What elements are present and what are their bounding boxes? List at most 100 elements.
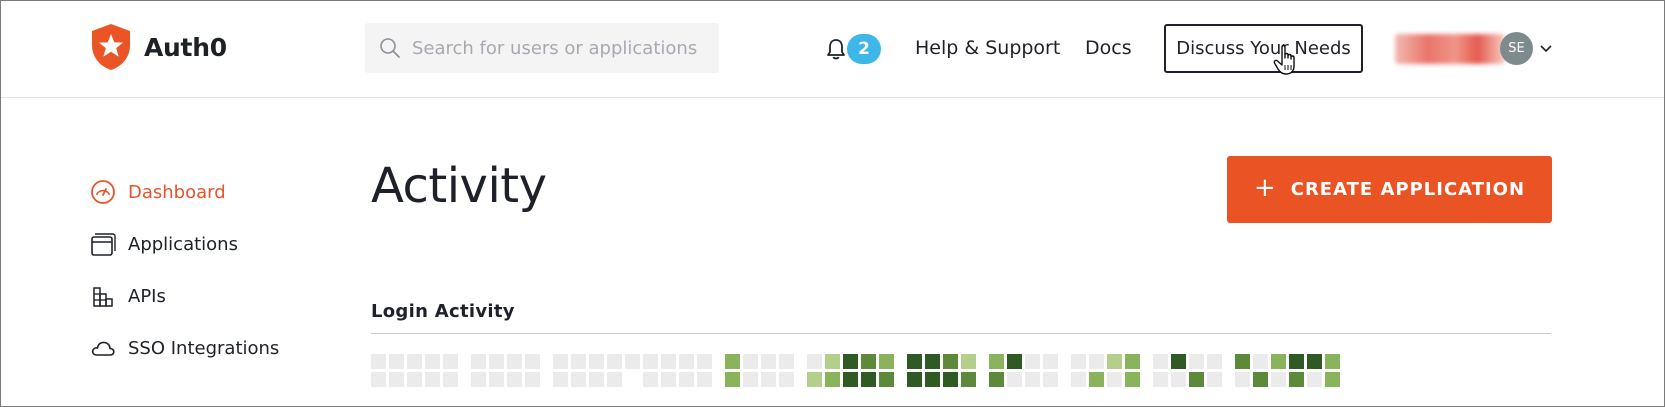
heatmap-cell[interactable]: [1125, 354, 1140, 369]
heatmap-cell[interactable]: [1253, 372, 1268, 387]
heatmap-cell[interactable]: [1289, 354, 1304, 369]
heatmap-cell[interactable]: [1207, 372, 1222, 387]
heatmap-cell[interactable]: [879, 354, 894, 369]
brand-logo[interactable]: Auth0: [90, 23, 227, 71]
heatmap-cell[interactable]: [471, 372, 486, 387]
chevron-down-icon[interactable]: [1539, 41, 1553, 55]
heatmap-cell[interactable]: [1153, 372, 1168, 387]
heatmap-cell[interactable]: [1007, 372, 1022, 387]
heatmap-cell[interactable]: [661, 354, 676, 369]
heatmap-cell[interactable]: [1307, 354, 1322, 369]
heatmap-cell[interactable]: [843, 354, 858, 369]
heatmap-cell[interactable]: [1089, 354, 1104, 369]
heatmap-cell[interactable]: [1235, 354, 1250, 369]
heatmap-cell[interactable]: [1271, 354, 1286, 369]
heatmap-cell[interactable]: [1325, 372, 1340, 387]
heatmap-cell[interactable]: [843, 372, 858, 387]
heatmap-cell[interactable]: [925, 372, 940, 387]
heatmap-cell[interactable]: [525, 372, 540, 387]
heatmap-cell[interactable]: [1025, 354, 1040, 369]
help-support-link[interactable]: Help & Support: [915, 37, 1060, 59]
heatmap-cell[interactable]: [989, 354, 1004, 369]
heatmap-cell[interactable]: [1207, 354, 1222, 369]
heatmap-cell[interactable]: [1071, 372, 1086, 387]
notification-badge[interactable]: 2: [847, 34, 881, 64]
heatmap-cell[interactable]: [761, 354, 776, 369]
heatmap-cell[interactable]: [1089, 372, 1104, 387]
heatmap-cell[interactable]: [725, 372, 740, 387]
heatmap-cell[interactable]: [989, 372, 1004, 387]
create-application-button[interactable]: + CREATE APPLICATION: [1227, 156, 1552, 223]
heatmap-cell[interactable]: [1007, 354, 1022, 369]
heatmap-cell[interactable]: [1325, 354, 1340, 369]
sidebar-item-applications[interactable]: Applications: [90, 218, 279, 270]
heatmap-cell[interactable]: [907, 354, 922, 369]
heatmap-cell[interactable]: [407, 354, 422, 369]
heatmap-cell[interactable]: [697, 372, 712, 387]
heatmap-cell[interactable]: [743, 372, 758, 387]
heatmap-cell[interactable]: [1189, 372, 1204, 387]
heatmap-cell[interactable]: [607, 354, 622, 369]
heatmap-cell[interactable]: [443, 372, 458, 387]
heatmap-cell[interactable]: [1271, 372, 1286, 387]
heatmap-cell[interactable]: [943, 372, 958, 387]
bell-icon[interactable]: [825, 37, 847, 61]
heatmap-cell[interactable]: [1025, 372, 1040, 387]
heatmap-cell[interactable]: [825, 372, 840, 387]
heatmap-cell[interactable]: [779, 354, 794, 369]
heatmap-cell[interactable]: [553, 354, 568, 369]
heatmap-cell[interactable]: [879, 372, 894, 387]
heatmap-cell[interactable]: [425, 354, 440, 369]
heatmap-cell[interactable]: [725, 354, 740, 369]
heatmap-cell[interactable]: [407, 372, 422, 387]
search-input[interactable]: [412, 37, 702, 59]
heatmap-cell[interactable]: [425, 372, 440, 387]
heatmap-cell[interactable]: [943, 354, 958, 369]
heatmap-cell[interactable]: [643, 372, 658, 387]
heatmap-cell[interactable]: [1189, 354, 1204, 369]
heatmap-cell[interactable]: [807, 372, 822, 387]
heatmap-cell[interactable]: [825, 354, 840, 369]
heatmap-cell[interactable]: [1071, 354, 1086, 369]
heatmap-cell[interactable]: [389, 372, 404, 387]
heatmap-cell[interactable]: [1125, 372, 1140, 387]
heatmap-cell[interactable]: [807, 354, 822, 369]
sidebar-item-apis[interactable]: APIs: [90, 270, 279, 322]
heatmap-cell[interactable]: [571, 372, 586, 387]
heatmap-cell[interactable]: [489, 372, 504, 387]
avatar[interactable]: SE: [1500, 32, 1533, 65]
heatmap-cell[interactable]: [489, 354, 504, 369]
heatmap-cell[interactable]: [1171, 372, 1186, 387]
heatmap-cell[interactable]: [1289, 372, 1304, 387]
heatmap-cell[interactable]: [553, 372, 568, 387]
sidebar-item-dashboard[interactable]: Dashboard: [90, 166, 279, 218]
heatmap-cell[interactable]: [861, 354, 876, 369]
heatmap-cell[interactable]: [961, 354, 976, 369]
heatmap-cell[interactable]: [1107, 372, 1122, 387]
heatmap-cell[interactable]: [907, 372, 922, 387]
heatmap-cell[interactable]: [661, 372, 676, 387]
heatmap-cell[interactable]: [507, 354, 522, 369]
heatmap-cell[interactable]: [589, 354, 604, 369]
heatmap-cell[interactable]: [589, 372, 604, 387]
docs-link[interactable]: Docs: [1085, 37, 1132, 59]
heatmap-cell[interactable]: [389, 354, 404, 369]
heatmap-cell[interactable]: [861, 372, 876, 387]
heatmap-cell[interactable]: [1253, 354, 1268, 369]
global-search[interactable]: [365, 23, 719, 73]
heatmap-cell[interactable]: [761, 372, 776, 387]
heatmap-cell[interactable]: [961, 372, 976, 387]
heatmap-cell[interactable]: [1171, 354, 1186, 369]
heatmap-cell[interactable]: [525, 354, 540, 369]
heatmap-cell[interactable]: [779, 372, 794, 387]
heatmap-cell[interactable]: [571, 354, 586, 369]
heatmap-cell[interactable]: [697, 354, 712, 369]
heatmap-cell[interactable]: [1153, 354, 1168, 369]
heatmap-cell[interactable]: [643, 354, 658, 369]
heatmap-cell[interactable]: [1043, 372, 1058, 387]
heatmap-cell[interactable]: [743, 354, 758, 369]
discuss-needs-button[interactable]: Discuss Your Needs: [1164, 24, 1363, 73]
user-name-redacted[interactable]: [1395, 34, 1505, 64]
sidebar-item-sso-integrations[interactable]: SSO Integrations: [90, 322, 279, 374]
heatmap-cell[interactable]: [1107, 354, 1122, 369]
